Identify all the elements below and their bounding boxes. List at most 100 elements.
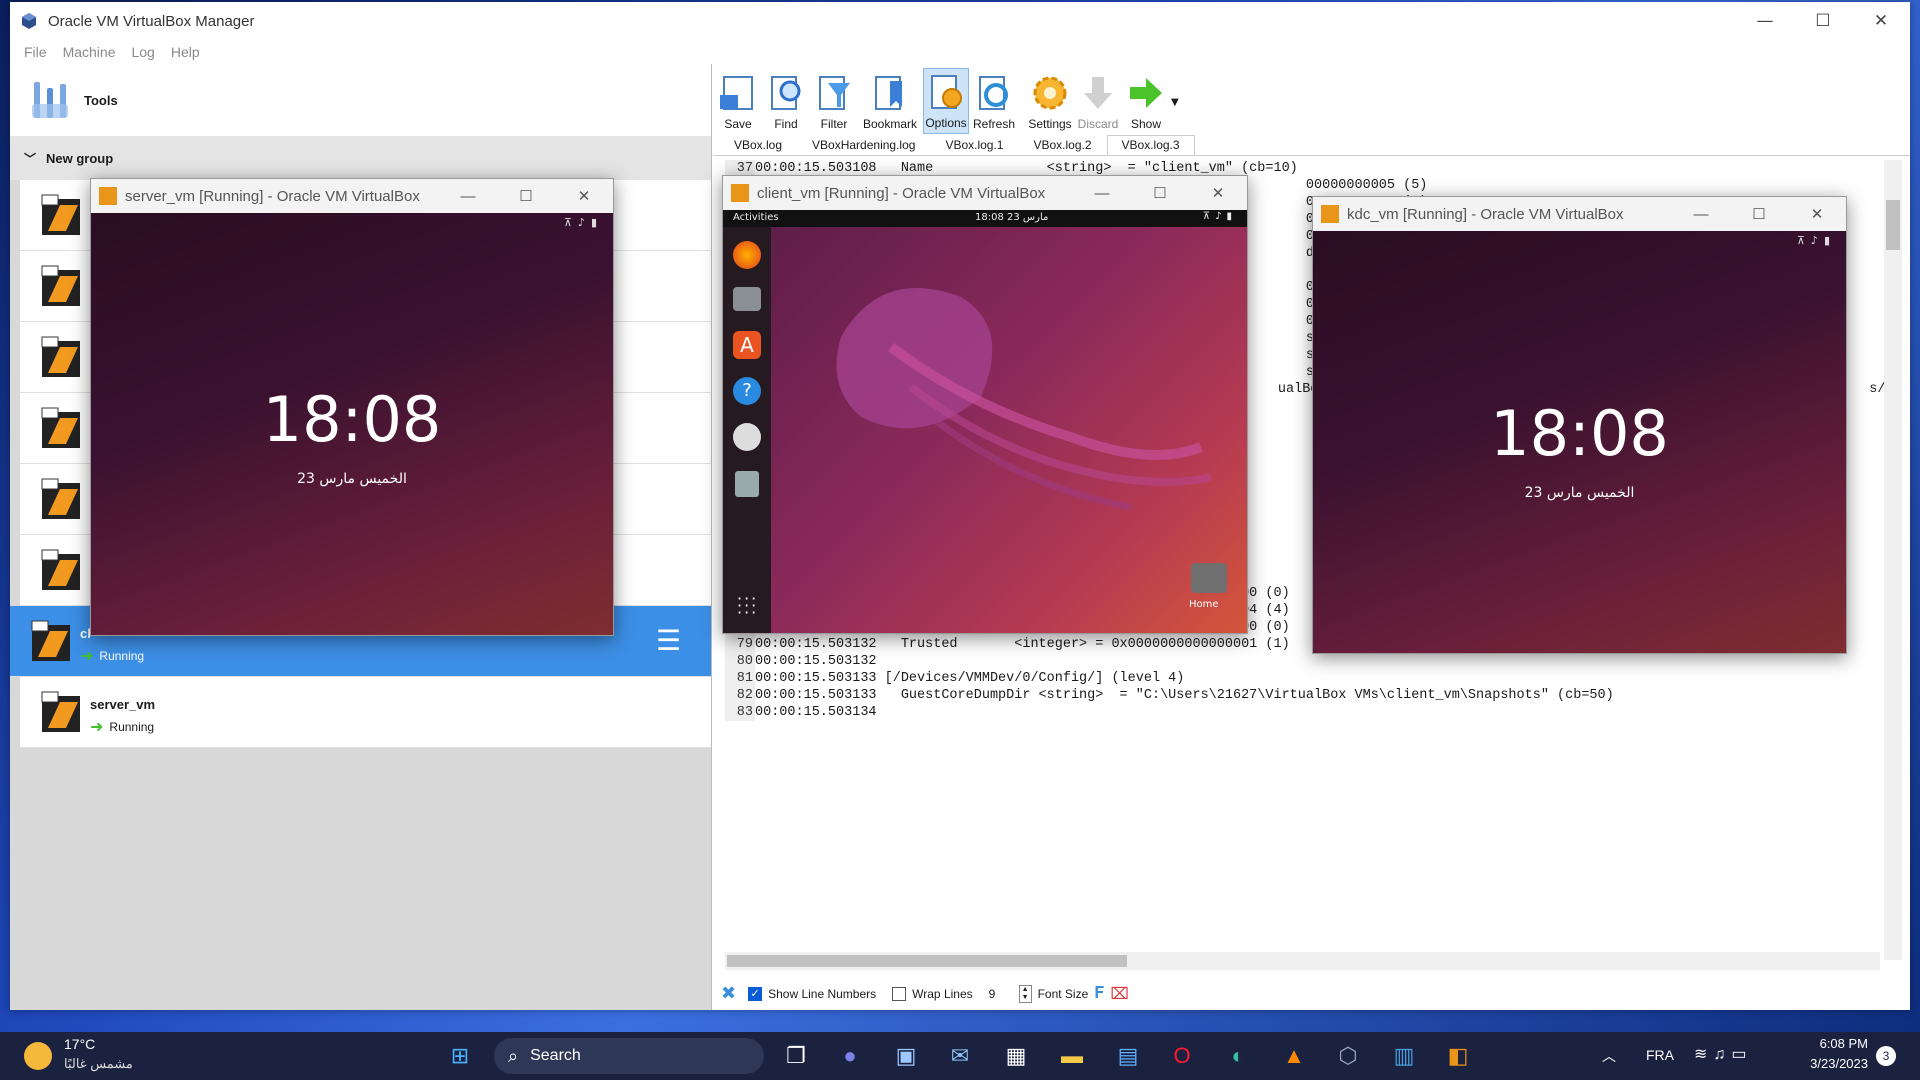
- files-icon[interactable]: [733, 287, 761, 311]
- wrap-lines-checkbox[interactable]: [892, 986, 907, 1001]
- disc-icon[interactable]: [733, 423, 761, 451]
- reset-font-icon[interactable]: ⌧: [1110, 984, 1128, 1004]
- show-line-numbers-checkbox[interactable]: ✓: [748, 986, 763, 1001]
- tab-vboxhardening-log[interactable]: VBoxHardening.log: [797, 135, 930, 155]
- find-button[interactable]: Find: [763, 68, 809, 134]
- kdc-close-button[interactable]: ✕: [1788, 197, 1846, 231]
- client-minimize-button[interactable]: —: [1073, 176, 1131, 210]
- line-text: 00:00:15.503132 Trusted <integer> = 0x00…: [755, 637, 1290, 652]
- notepad-icon[interactable]: ▥: [1388, 1040, 1420, 1072]
- photos-icon[interactable]: ▣: [890, 1040, 922, 1072]
- menu-log[interactable]: Log: [123, 44, 162, 60]
- tab-vbox-log[interactable]: VBox.log: [719, 135, 797, 155]
- weather-desc[interactable]: مشمس غالبًا: [64, 1056, 133, 1072]
- store-icon[interactable]: ▤: [1112, 1040, 1144, 1072]
- vm-os-icon: [41, 549, 80, 590]
- tab-vbox-log-3[interactable]: VBox.log.3: [1106, 135, 1195, 155]
- running-arrow-icon: ➜: [80, 648, 94, 665]
- line-text: 00:00:15.503132: [755, 654, 877, 669]
- mail-icon[interactable]: ✉: [944, 1040, 976, 1072]
- kdc-maximize-button[interactable]: ☐: [1730, 197, 1788, 231]
- file-explorer-icon[interactable]: ▬: [1056, 1040, 1088, 1072]
- chevron-up-icon[interactable]: ︿: [1602, 1046, 1616, 1066]
- minimize-button[interactable]: —: [1736, 2, 1794, 40]
- vm-os-icon: [41, 265, 80, 306]
- language-indicator[interactable]: FRA: [1646, 1047, 1674, 1063]
- vm-state: ➜ Running: [80, 646, 144, 666]
- weather-temp[interactable]: 17°C: [64, 1036, 95, 1052]
- close-button[interactable]: ✕: [1852, 2, 1910, 40]
- ubuntu-desktop[interactable]: Home: [771, 227, 1247, 633]
- manager-titlebar: Oracle VM VirtualBox Manager — ☐ ✕: [10, 2, 1910, 40]
- top-bar-clock[interactable]: 18:08 مارس 23: [975, 212, 1048, 223]
- tools-item[interactable]: Tools: [10, 64, 711, 136]
- horizontal-scrollbar[interactable]: [725, 952, 1880, 970]
- client-maximize-button[interactable]: ☐: [1131, 176, 1189, 210]
- help-icon[interactable]: ?: [733, 377, 761, 405]
- line-text: 00:00:15.503133 [/Devices/VMMDev/0/Confi…: [755, 671, 1185, 686]
- taskbar-time[interactable]: 6:08 PM: [1800, 1036, 1868, 1051]
- firefox-icon[interactable]: [733, 241, 761, 269]
- filter-button[interactable]: Filter: [811, 68, 857, 134]
- vertical-scrollbar[interactable]: [1884, 160, 1902, 960]
- server-minimize-button[interactable]: —: [439, 179, 497, 213]
- start-button[interactable]: ⊞: [444, 1040, 476, 1072]
- notification-badge[interactable]: 3: [1876, 1046, 1896, 1066]
- options-button[interactable]: Options: [923, 68, 969, 134]
- activities-button[interactable]: Activities: [733, 212, 779, 223]
- font-picker-icon[interactable]: 𝐅: [1094, 985, 1104, 1003]
- taskbar-date[interactable]: 3/23/2023: [1796, 1056, 1868, 1071]
- menu-machine[interactable]: Machine: [55, 44, 124, 60]
- show-button[interactable]: Show: [1123, 68, 1169, 134]
- network-volume-battery-icons[interactable]: ≋♫▭: [1694, 1044, 1753, 1064]
- vm-list-item[interactable]: server_vm ➜ Running: [20, 677, 711, 748]
- vm-taskbar-icon[interactable]: ◧: [1442, 1040, 1474, 1072]
- home-folder-icon[interactable]: [1191, 563, 1227, 593]
- software-icon[interactable]: A: [733, 331, 761, 359]
- server-lock-screen[interactable]: ⊼♪▮ 18:08 الخميس مارس 23: [91, 213, 613, 635]
- weather-icon[interactable]: [24, 1042, 52, 1070]
- horizontal-scroll-thumb[interactable]: [727, 955, 1127, 967]
- close-pane-icon[interactable]: ✖: [721, 983, 736, 1004]
- vm-details-menu-icon[interactable]: ☰: [656, 624, 681, 657]
- discard-button[interactable]: Discard: [1075, 68, 1121, 134]
- client-close-button[interactable]: ✕: [1189, 176, 1247, 210]
- show-dropdown-icon[interactable]: ▼: [1171, 97, 1179, 108]
- spin-arrows-icon[interactable]: ▲ ▼: [1018, 984, 1032, 1003]
- opera-icon[interactable]: O: [1166, 1040, 1198, 1072]
- top-bar-tray-icons[interactable]: ⊼♪▮: [1203, 211, 1237, 222]
- font-size-spinbox[interactable]: 9: [989, 987, 1013, 1001]
- trash-icon[interactable]: [735, 471, 759, 497]
- tab-vbox-log-2[interactable]: VBox.log.2: [1018, 135, 1106, 155]
- refresh-button[interactable]: Refresh: [971, 68, 1017, 134]
- save-button[interactable]: Save: [715, 68, 761, 134]
- teams-chat-icon[interactable]: ●: [834, 1040, 866, 1072]
- search-box[interactable]: ⌕ Search: [494, 1038, 764, 1074]
- app-grid-icon[interactable]: ··· ··· ···: [737, 591, 758, 621]
- kdc-minimize-button[interactable]: —: [1672, 197, 1730, 231]
- bookmark-button[interactable]: Bookmark: [859, 68, 921, 134]
- vlc-icon[interactable]: ▲: [1278, 1040, 1310, 1072]
- server-close-button[interactable]: ✕: [555, 179, 613, 213]
- edge-icon[interactable]: ◐: [1222, 1040, 1254, 1072]
- virtualbox-taskbar-icon[interactable]: ⬡: [1332, 1040, 1364, 1072]
- vertical-scroll-thumb[interactable]: [1886, 200, 1900, 250]
- maximize-button[interactable]: ☐: [1794, 2, 1852, 40]
- client-vm-titlebar: client_vm [Running] - Oracle VM VirtualB…: [723, 176, 1247, 210]
- system-tray-icons: ⊼♪▮: [563, 216, 603, 229]
- kdc-lock-screen[interactable]: ⊼♪▮ 18:08 الخميس مارس 23: [1313, 231, 1846, 653]
- widgets-icon[interactable]: ▦: [1000, 1040, 1032, 1072]
- task-view-icon[interactable]: ❐: [780, 1040, 812, 1072]
- menu-help[interactable]: Help: [163, 44, 208, 60]
- font-size-label: Font Size: [1037, 986, 1089, 1001]
- menu-file[interactable]: File: [16, 44, 55, 60]
- group-header[interactable]: ﹀ New group: [10, 136, 711, 180]
- server-vm-title: server_vm [Running] - Oracle VM VirtualB…: [125, 187, 420, 205]
- manager-title: Oracle VM VirtualBox Manager: [48, 12, 255, 30]
- tab-vbox-log-1[interactable]: VBox.log.1: [930, 135, 1018, 155]
- settings-button[interactable]: Settings: [1027, 68, 1073, 134]
- log-line: 80 00:00:15.503132: [725, 653, 1897, 670]
- menubar: File Machine Log Help: [10, 40, 1910, 64]
- vm-state: ➜ Running: [90, 717, 154, 737]
- server-maximize-button[interactable]: ☐: [497, 179, 555, 213]
